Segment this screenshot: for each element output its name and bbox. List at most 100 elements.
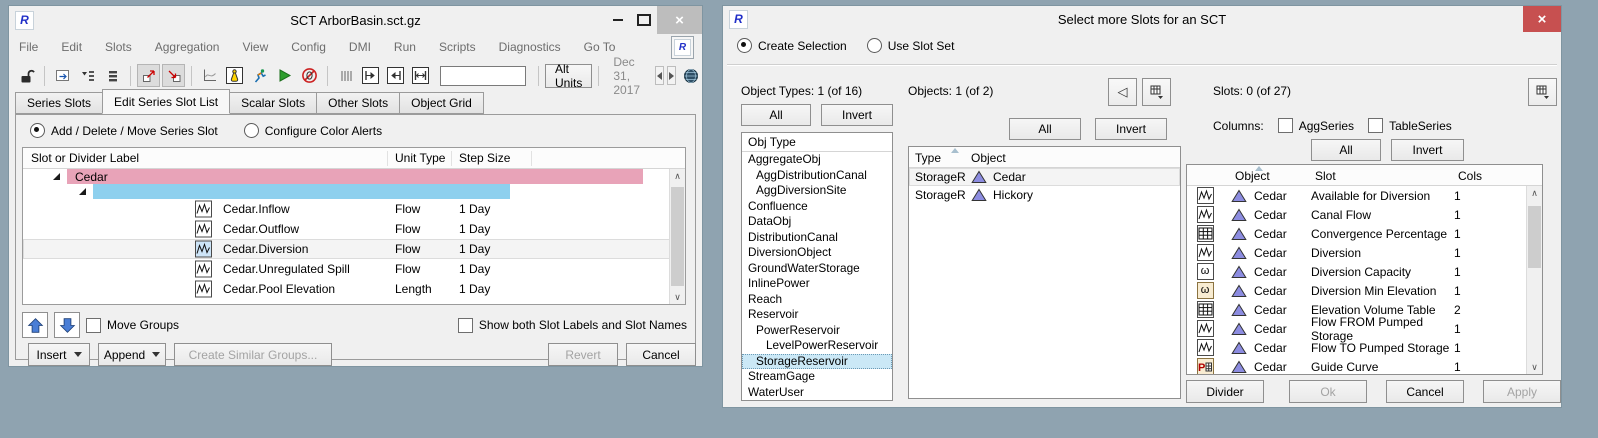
close-button[interactable]: × (1523, 6, 1561, 32)
object-row[interactable]: StorageR Hickory (909, 186, 1180, 204)
slots-column-config-button[interactable] (1528, 78, 1557, 106)
menu-item[interactable]: Go To (584, 40, 616, 54)
checkbox-icon[interactable] (1278, 118, 1293, 133)
slot-row[interactable]: Cedar.Inflow Flow 1 Day (23, 199, 670, 219)
scrollbar-thumb[interactable] (671, 187, 684, 286)
insert-button[interactable]: Insert (28, 343, 90, 366)
column-header-object[interactable]: Object (1235, 169, 1270, 183)
tab[interactable]: Scalar Slots (229, 92, 317, 114)
objects-invert-button[interactable]: Invert (1095, 118, 1167, 140)
ok-button[interactable]: Ok (1289, 380, 1367, 403)
checkbox-icon[interactable] (86, 318, 101, 333)
date-prev-button[interactable] (655, 66, 664, 85)
slot-row[interactable] (23, 184, 670, 199)
column-header-label[interactable]: Slot or Divider Label (31, 151, 139, 165)
fit-column-left-icon[interactable] (359, 64, 382, 87)
slot-row[interactable]: Cedar.Outflow Flow 1 Day (23, 219, 670, 239)
object-type-item[interactable]: GroundWaterStorage (742, 261, 892, 277)
object-type-item[interactable]: DistributionCanal (742, 230, 892, 246)
slot-row[interactable]: Cedar Convergence Percentage 1 (1187, 224, 1527, 243)
lock-open-icon[interactable] (15, 64, 38, 87)
move-groups-checkbox[interactable]: Move Groups (86, 318, 179, 333)
sct-flask-icon[interactable] (223, 64, 246, 87)
revert-button[interactable]: Revert (548, 343, 618, 366)
tableseries-checkbox[interactable]: TableSeries (1368, 118, 1452, 133)
scroll-down-icon[interactable]: ∨ (1527, 360, 1542, 374)
menu-item[interactable]: Config (291, 40, 326, 54)
slot-row[interactable]: Cedar Canal Flow 1 (1187, 205, 1527, 224)
titlebar[interactable]: R Select more Slots for an SCT × (723, 6, 1561, 32)
scroll-up-icon[interactable]: ∧ (1527, 186, 1542, 200)
object-type-item[interactable]: InlinePower (742, 276, 892, 292)
append-button[interactable]: Append (98, 343, 166, 366)
sync-selection-icon[interactable] (51, 64, 74, 87)
attach-slot-icon[interactable] (162, 64, 185, 87)
column-header-object[interactable]: Object (971, 151, 1006, 165)
riverware-window-button[interactable]: R (671, 36, 694, 59)
object-type-item[interactable]: StorageReservoir (742, 354, 892, 370)
slot-row[interactable]: Cedar Diversion 1 (1187, 243, 1527, 262)
slots-invert-button[interactable]: Invert (1391, 139, 1464, 161)
column-header-type[interactable]: Type (915, 151, 941, 165)
fit-all-columns-icon[interactable] (409, 64, 432, 87)
object-types-invert-button[interactable]: Invert (821, 104, 893, 126)
object-type-item[interactable]: StreamGage (742, 369, 892, 385)
slot-row[interactable]: Cedar.Unregulated Spill Flow 1 Day (23, 259, 670, 279)
vertical-scrollbar[interactable]: ∧ ∨ (669, 169, 685, 304)
slot-row[interactable]: Cedar Available for Diversion 1 (1187, 186, 1527, 205)
menu-item[interactable]: Aggregation (155, 40, 220, 54)
objects-all-button[interactable]: All (1009, 118, 1081, 140)
menu-item[interactable]: Scripts (439, 40, 476, 54)
stop-run-icon[interactable] (298, 64, 321, 87)
slot-row[interactable]: ω Cedar Diversion Capacity 1 (1187, 262, 1527, 281)
slot-row[interactable]: Cedar Flow TO Pumped Storage 1 (1187, 338, 1527, 357)
radio-use-slot-set[interactable]: Use Slot Set (867, 38, 955, 53)
apply-button[interactable]: Apply (1483, 380, 1561, 403)
start-run-icon[interactable] (273, 64, 296, 87)
detach-slot-icon[interactable] (137, 64, 160, 87)
menu-item[interactable]: DMI (349, 40, 371, 54)
vertical-scrollbar[interactable]: ∧ ∨ (1526, 186, 1542, 374)
move-up-button[interactable] (22, 312, 48, 338)
table-header[interactable]: Slot or Divider Label Unit Type Step Siz… (23, 148, 685, 169)
object-type-item[interactable]: AggDistributionCanal (742, 168, 892, 184)
objects-column-config-button[interactable] (1142, 78, 1171, 106)
menu-item[interactable]: Diagnostics (499, 40, 561, 54)
fit-column-right-icon[interactable] (384, 64, 407, 87)
expand-caret-icon[interactable] (53, 173, 60, 180)
close-button[interactable]: × (657, 6, 702, 34)
globe-icon[interactable] (679, 64, 702, 87)
slot-row[interactable]: ω Cedar Diversion Min Elevation 1 (1187, 281, 1527, 300)
show-both-checkbox[interactable]: Show both Slot Labels and Slot Names (458, 318, 687, 333)
menu-item[interactable]: Run (394, 40, 416, 54)
grid-lines-icon[interactable] (334, 64, 357, 87)
menu-item[interactable]: Edit (61, 40, 82, 54)
object-type-item[interactable]: DataObj (742, 214, 892, 230)
cancel-button[interactable]: Cancel (1386, 380, 1464, 403)
object-type-item[interactable]: AggregateObj (742, 152, 892, 168)
table-header[interactable]: Type Object (909, 147, 1180, 168)
object-type-item[interactable]: Reservoir (742, 307, 892, 323)
slots-all-button[interactable]: All (1311, 139, 1381, 161)
scroll-up-icon[interactable]: ∧ (670, 169, 685, 183)
slot-row[interactable]: Cedar (23, 169, 670, 184)
object-row[interactable]: StorageR Cedar (909, 168, 1180, 186)
date-next-button[interactable] (667, 66, 676, 85)
tab[interactable]: Edit Series Slot List (102, 89, 230, 114)
titlebar[interactable]: R SCT ArborBasin.sct.gz × (9, 6, 702, 34)
radio-configure-color-alerts[interactable]: Configure Color Alerts (244, 123, 382, 138)
scrollbar-thumb[interactable] (1528, 206, 1541, 268)
scroll-down-icon[interactable]: ∨ (670, 290, 685, 304)
minimize-button[interactable] (605, 6, 631, 34)
checkbox-icon[interactable] (458, 318, 473, 333)
menu-item[interactable]: View (242, 40, 268, 54)
alt-units-button[interactable]: Alt Units (545, 64, 592, 88)
radio-add-delete-move[interactable]: Add / Delete / Move Series Slot (30, 123, 218, 138)
column-header-slot[interactable]: Slot (1315, 169, 1336, 183)
menu-item[interactable]: File (19, 40, 38, 54)
menu-item[interactable]: Slots (105, 40, 132, 54)
object-types-all-button[interactable]: All (741, 104, 811, 126)
column-header-unit-type[interactable]: Unit Type (395, 151, 445, 165)
checkbox-icon[interactable] (1368, 118, 1383, 133)
expand-caret-icon[interactable] (79, 188, 86, 195)
